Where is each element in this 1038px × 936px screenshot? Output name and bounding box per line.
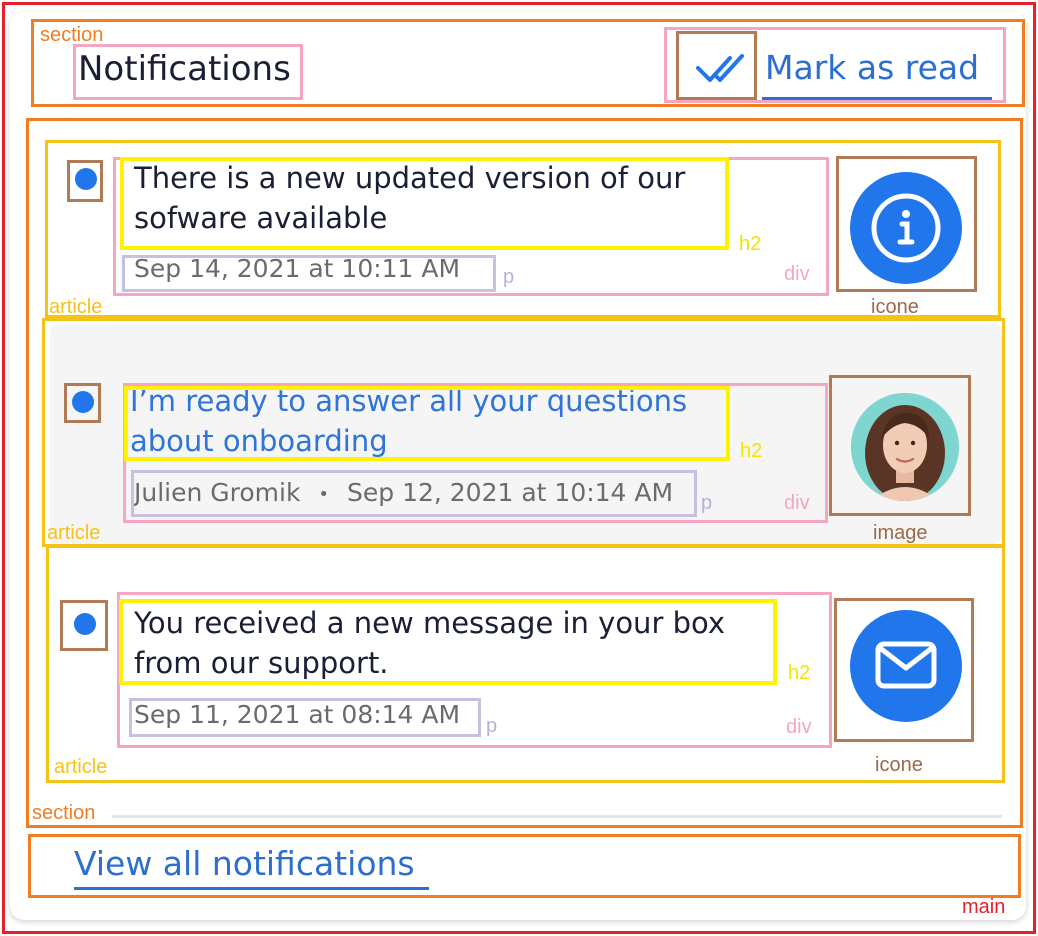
label-article: article xyxy=(47,522,101,544)
dot-outline xyxy=(67,160,103,202)
footer-section-outline xyxy=(28,834,1021,898)
label-p: p xyxy=(503,266,515,288)
label-article: article xyxy=(49,296,103,318)
h2-outline xyxy=(124,386,730,461)
label-main: main xyxy=(962,896,1006,918)
label-p: p xyxy=(701,492,713,514)
p-outline xyxy=(129,698,481,737)
label-div: div xyxy=(786,716,812,738)
dot-outline xyxy=(60,600,108,651)
label-icone: icone xyxy=(871,296,919,318)
h2-outline xyxy=(120,157,729,250)
label-image: image xyxy=(873,522,928,544)
p-outline xyxy=(122,255,496,292)
label-div: div xyxy=(784,492,810,514)
label-div: div xyxy=(784,263,810,285)
label-p: p xyxy=(486,715,498,737)
title-outline xyxy=(73,44,303,100)
image-outline xyxy=(829,375,971,516)
check-icon-outline xyxy=(676,31,757,100)
h2-outline xyxy=(119,599,777,685)
dot-outline xyxy=(64,383,101,423)
icon-outline xyxy=(836,156,977,292)
label-h2: h2 xyxy=(739,233,762,255)
label-section: section xyxy=(40,24,104,46)
p-outline xyxy=(131,470,697,517)
label-article: article xyxy=(54,756,108,778)
label-icone: icone xyxy=(875,754,923,776)
label-h2: h2 xyxy=(740,440,763,462)
icon-outline xyxy=(834,598,974,742)
label-h2: h2 xyxy=(788,662,811,684)
label-section: section xyxy=(32,802,96,824)
